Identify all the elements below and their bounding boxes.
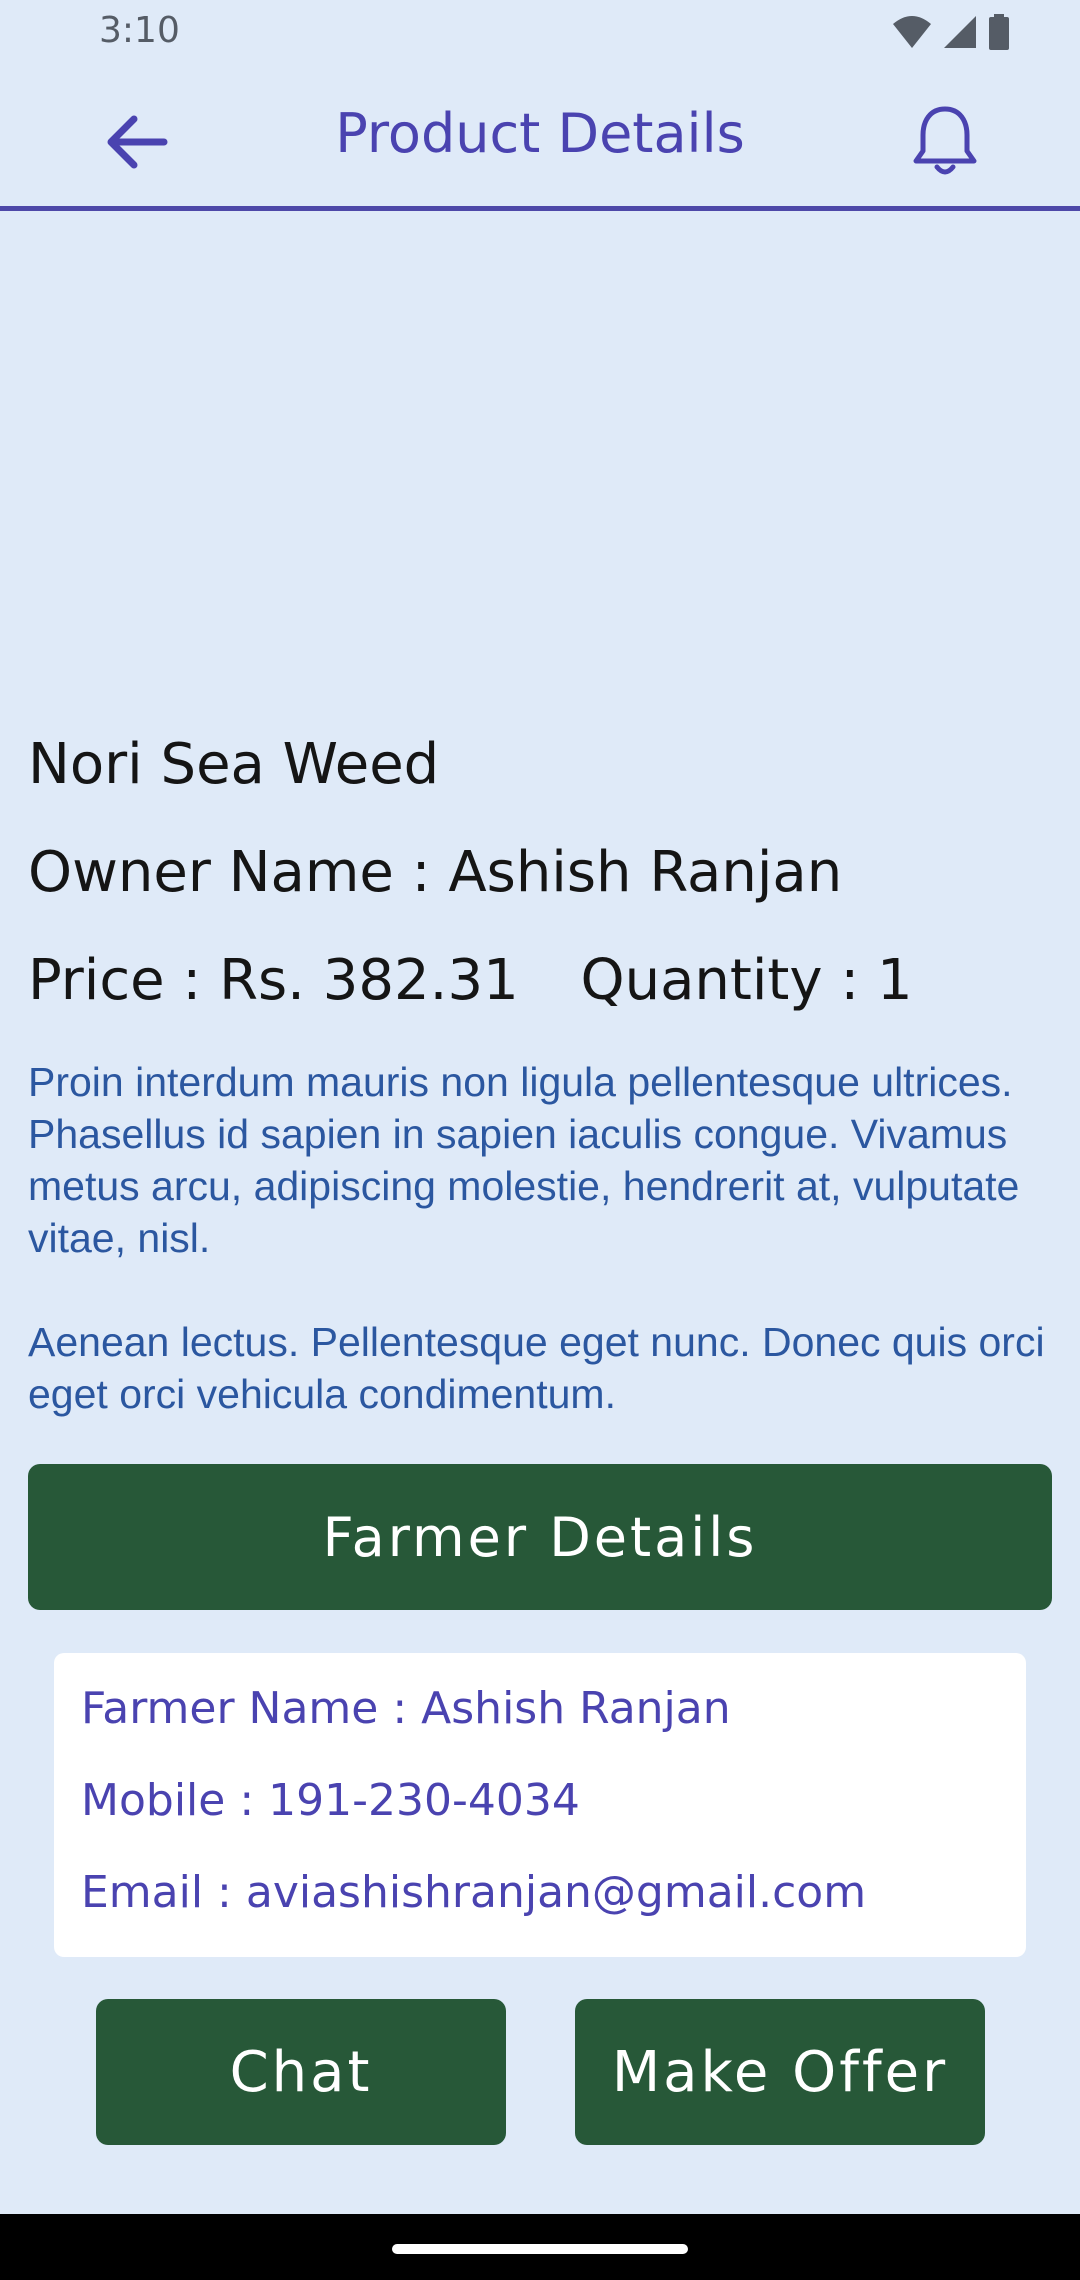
battery-icon (989, 14, 1009, 50)
bell-icon (913, 106, 977, 175)
status-bar: 3:10 (0, 0, 1080, 66)
notification-button[interactable] (900, 96, 990, 186)
farmer-details-button[interactable]: Farmer Details (28, 1464, 1052, 1610)
make-offer-button[interactable]: Make Offer (575, 1999, 985, 2145)
app-bar: Product Details (0, 66, 1080, 206)
quantity-text: Quantity : 1 (580, 948, 913, 1013)
cell-signal-icon (944, 16, 976, 48)
status-icons (892, 14, 1010, 50)
product-image (0, 211, 1080, 711)
farmer-name: Farmer Name : Ashish Ranjan (81, 1683, 731, 1734)
farmer-card: Farmer Name : Ashish Ranjan Mobile : 191… (54, 1653, 1026, 1957)
farmer-mobile: Mobile : 191-230-4034 (81, 1775, 580, 1826)
description-paragraph: Aenean lectus. Pellentesque eget nunc. D… (28, 1319, 1045, 1417)
home-gesture-handle[interactable] (392, 2244, 688, 2254)
status-time: 3:10 (99, 10, 180, 51)
farmer-email: Email : aviashishranjan@gmail.com (81, 1867, 867, 1918)
chat-button[interactable]: Chat (96, 1999, 506, 2145)
description-paragraph: Proin interdum mauris non ligula pellent… (28, 1059, 1020, 1261)
product-description: Proin interdum mauris non ligula pellent… (28, 1056, 1052, 1420)
price-text: Price : Rs. 382.31 (28, 948, 519, 1013)
wifi-icon (893, 16, 931, 48)
product-name: Nori Sea Weed (28, 732, 440, 797)
owner-name: Owner Name : Ashish Ranjan (28, 840, 843, 905)
price-quantity-row: Price : Rs. 382.31 Quantity : 1 (28, 948, 913, 1013)
system-navigation-bar (0, 2214, 1080, 2280)
